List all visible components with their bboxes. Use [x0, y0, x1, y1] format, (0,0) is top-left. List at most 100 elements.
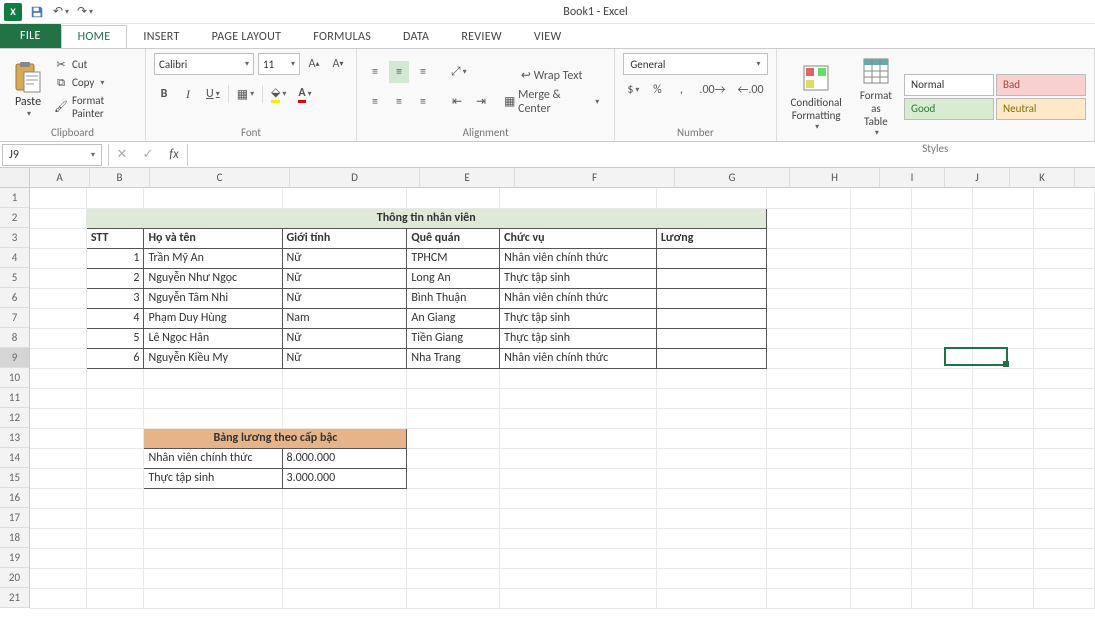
- col-header-J[interactable]: J: [945, 168, 1010, 188]
- decrease-indent-button[interactable]: ⇤: [447, 91, 467, 113]
- tab-formulas[interactable]: FORMULAS: [297, 26, 387, 48]
- row-header-9[interactable]: 9: [0, 348, 30, 368]
- quick-access-toolbar: X ↶▾ ↷▾ Book1 - Excel: [0, 0, 1095, 24]
- row-header-8[interactable]: 8: [0, 328, 30, 348]
- col-header-H[interactable]: H: [790, 168, 880, 188]
- row-header-1[interactable]: 1: [0, 188, 30, 208]
- tab-insert[interactable]: INSERT: [127, 26, 195, 48]
- tab-review[interactable]: REVIEW: [445, 26, 518, 48]
- row-header-16[interactable]: 16: [0, 488, 30, 508]
- row-header-13[interactable]: 13: [0, 428, 30, 448]
- align-center-button[interactable]: ≡: [389, 91, 409, 113]
- wrap-text-button[interactable]: ↩ Wrap Text: [497, 65, 606, 87]
- select-all-corner[interactable]: [0, 168, 30, 188]
- increase-font-button[interactable]: A▴: [304, 53, 324, 75]
- col-header-F[interactable]: F: [515, 168, 675, 188]
- group-label-number: Number: [623, 124, 767, 139]
- group-number: General▾ $▾ % , .00→ ←.00 Number: [615, 49, 776, 141]
- font-size-selector[interactable]: 11▾: [258, 53, 300, 75]
- row-header-4[interactable]: 4: [0, 248, 30, 268]
- font-color-button[interactable]: A▾: [294, 83, 315, 105]
- copy-icon: ⧉: [54, 76, 68, 90]
- italic-button[interactable]: I: [178, 83, 198, 105]
- style-normal[interactable]: Normal: [904, 74, 994, 96]
- copy-button[interactable]: ⧉Copy▾: [54, 76, 137, 90]
- format-as-table-button[interactable]: Format as Table▾: [854, 53, 898, 140]
- col-header-G[interactable]: G: [675, 168, 790, 188]
- borders-button[interactable]: ▦▾: [233, 83, 258, 105]
- row-header-5[interactable]: 5: [0, 268, 30, 288]
- cut-icon: ✂: [54, 58, 68, 72]
- bold-button[interactable]: B: [154, 83, 174, 105]
- undo-button[interactable]: ↶▾: [52, 3, 70, 21]
- fill-color-button[interactable]: ⬙▾: [267, 83, 290, 105]
- group-styles: Conditional Formatting▾ Format as Table▾…: [777, 49, 1095, 141]
- increase-indent-button[interactable]: ⇥: [471, 91, 491, 113]
- font-name-selector[interactable]: Calibri▾: [154, 53, 254, 75]
- cut-button[interactable]: ✂Cut: [54, 58, 137, 72]
- merge-center-button[interactable]: ▦ Merge & Center▾: [497, 91, 606, 113]
- comma-button[interactable]: ,: [671, 79, 691, 101]
- col-header-B[interactable]: B: [90, 168, 150, 188]
- align-top-button[interactable]: ≡: [365, 61, 385, 83]
- border-icon: ▦: [237, 87, 248, 102]
- tab-page-layout[interactable]: PAGE LAYOUT: [196, 26, 298, 48]
- underline-button[interactable]: U▾: [202, 83, 224, 105]
- style-neutral[interactable]: Neutral: [996, 98, 1086, 120]
- row-header-3[interactable]: 3: [0, 228, 30, 248]
- col-header-A[interactable]: A: [30, 168, 90, 188]
- col-header-K[interactable]: K: [1010, 168, 1075, 188]
- row-header-17[interactable]: 17: [0, 508, 30, 528]
- group-font: Calibri▾ 11▾ A▴ A▾ B I U▾ ▦▾ ⬙▾ A▾ Font: [146, 49, 357, 141]
- col-header-C[interactable]: C: [150, 168, 290, 188]
- col-header-D[interactable]: D: [290, 168, 420, 188]
- align-left-button[interactable]: ≡: [365, 91, 385, 113]
- align-bottom-button[interactable]: ≡: [413, 61, 433, 83]
- col-header-E[interactable]: E: [420, 168, 515, 188]
- tab-data[interactable]: DATA: [387, 26, 445, 48]
- increase-decimal-button[interactable]: .00→: [695, 79, 729, 101]
- merge-icon: ▦: [504, 94, 515, 109]
- row-header-21[interactable]: 21: [0, 588, 30, 608]
- col-header-L[interactable]: L: [1075, 168, 1095, 188]
- row-header-10[interactable]: 10: [0, 368, 30, 388]
- formula-input[interactable]: [188, 144, 1095, 166]
- col-header-I[interactable]: I: [880, 168, 945, 188]
- row-header-19[interactable]: 19: [0, 548, 30, 568]
- align-right-button[interactable]: ≡: [413, 91, 433, 113]
- accept-formula-button[interactable]: ✓: [135, 144, 161, 166]
- currency-button[interactable]: $▾: [623, 79, 643, 101]
- format-painter-button[interactable]: 🖌Format Painter: [54, 94, 137, 120]
- conditional-formatting-button[interactable]: Conditional Formatting▾: [785, 60, 848, 134]
- redo-button[interactable]: ↷▾: [76, 3, 94, 21]
- spreadsheet-grid[interactable]: ABCDEFGHIJKL 123456789101112131415161718…: [0, 168, 1095, 615]
- row-header-2[interactable]: 2: [0, 208, 30, 228]
- row-header-15[interactable]: 15: [0, 468, 30, 488]
- row-header-20[interactable]: 20: [0, 568, 30, 588]
- name-box[interactable]: J9▾: [2, 144, 102, 166]
- font-color-icon: A: [298, 86, 305, 103]
- style-bad[interactable]: Bad: [996, 74, 1086, 96]
- insert-function-button[interactable]: fx: [161, 144, 187, 166]
- paste-button[interactable]: Paste ▾: [8, 57, 48, 121]
- orientation-button[interactable]: ⤢▾: [447, 61, 471, 83]
- decrease-decimal-button[interactable]: ←.00: [733, 79, 767, 101]
- tab-file[interactable]: FILE: [0, 24, 61, 48]
- tab-view[interactable]: VIEW: [518, 26, 578, 48]
- percent-button[interactable]: %: [647, 79, 667, 101]
- row-header-18[interactable]: 18: [0, 528, 30, 548]
- tab-home[interactable]: HOME: [61, 25, 128, 48]
- row-header-12[interactable]: 12: [0, 408, 30, 428]
- row-header-11[interactable]: 11: [0, 388, 30, 408]
- align-middle-button[interactable]: ≡: [389, 61, 409, 83]
- wrap-icon: ↩: [521, 68, 531, 83]
- number-format-selector[interactable]: General▾: [623, 53, 767, 75]
- cells-area[interactable]: Thông tin nhân viênSTTHọ và tênGiới tính…: [30, 188, 1095, 609]
- cancel-formula-button[interactable]: ✕: [109, 144, 135, 166]
- style-good[interactable]: Good: [904, 98, 994, 120]
- row-header-14[interactable]: 14: [0, 448, 30, 468]
- row-header-7[interactable]: 7: [0, 308, 30, 328]
- decrease-font-button[interactable]: A▾: [328, 53, 348, 75]
- save-button[interactable]: [28, 3, 46, 21]
- row-header-6[interactable]: 6: [0, 288, 30, 308]
